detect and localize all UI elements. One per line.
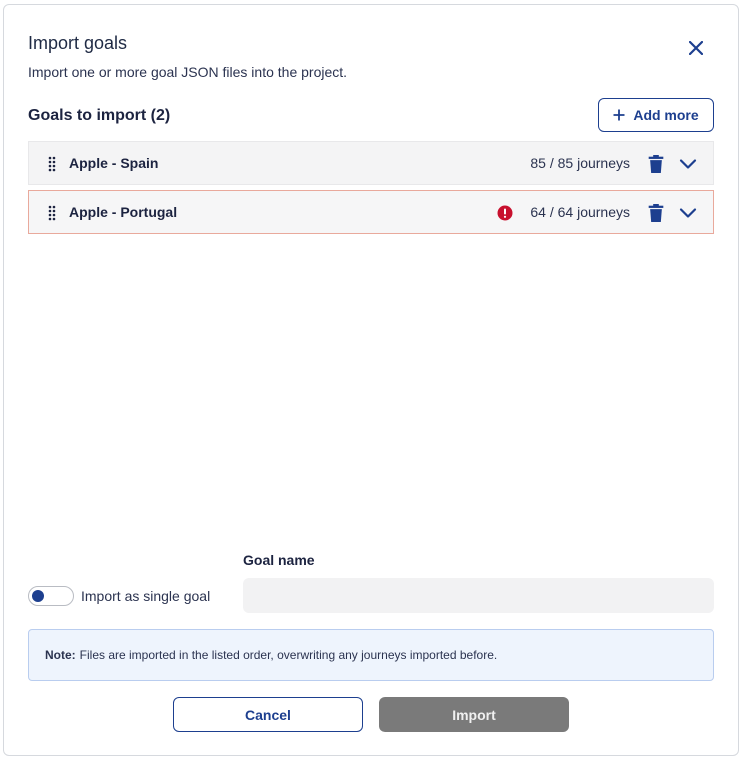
goal-row[interactable]: Apple - Portugal 64 / 64 journeys: [28, 190, 714, 234]
drag-handle-icon[interactable]: [48, 205, 56, 221]
goal-name: Apple - Spain: [69, 155, 159, 171]
goal-name-input[interactable]: [243, 578, 714, 613]
chevron-down-icon[interactable]: [679, 205, 697, 221]
error-icon: [497, 205, 513, 221]
chevron-down-icon[interactable]: [679, 156, 697, 172]
journey-count: 64 / 64 journeys: [530, 204, 630, 220]
trash-icon[interactable]: [648, 204, 664, 222]
journey-count: 85 / 85 journeys: [530, 155, 630, 171]
add-more-button[interactable]: Add more: [598, 98, 714, 132]
plus-icon: [613, 109, 625, 121]
drag-handle-icon[interactable]: [48, 156, 56, 172]
close-icon: [689, 41, 703, 55]
goal-name: Apple - Portugal: [69, 204, 178, 220]
dialog-title: Import goals: [28, 33, 128, 53]
note-text: Files are imported in the listed order, …: [79, 648, 498, 662]
trash-icon[interactable]: [648, 155, 664, 173]
close-button[interactable]: [684, 36, 708, 60]
import-goals-dialog: Import goals Import one or more goal JSO…: [3, 4, 739, 756]
dialog-subtitle: Import one or more goal JSON files into …: [28, 64, 348, 80]
goals-section-title: Goals to import (2): [28, 107, 171, 124]
import-button[interactable]: Import: [379, 697, 569, 732]
single-goal-toggle-label: Import as single goal: [81, 588, 211, 604]
goal-name-label: Goal name: [243, 552, 315, 568]
goal-row[interactable]: Apple - Spain 85 / 85 journeys: [28, 141, 714, 185]
note-banner: Note: Files are imported in the listed o…: [28, 629, 714, 681]
toggle-knob: [32, 590, 44, 602]
cancel-button[interactable]: Cancel: [173, 697, 363, 732]
add-more-label: Add more: [633, 107, 699, 123]
note-prefix: Note:: [45, 648, 76, 662]
single-goal-toggle[interactable]: [28, 586, 74, 606]
